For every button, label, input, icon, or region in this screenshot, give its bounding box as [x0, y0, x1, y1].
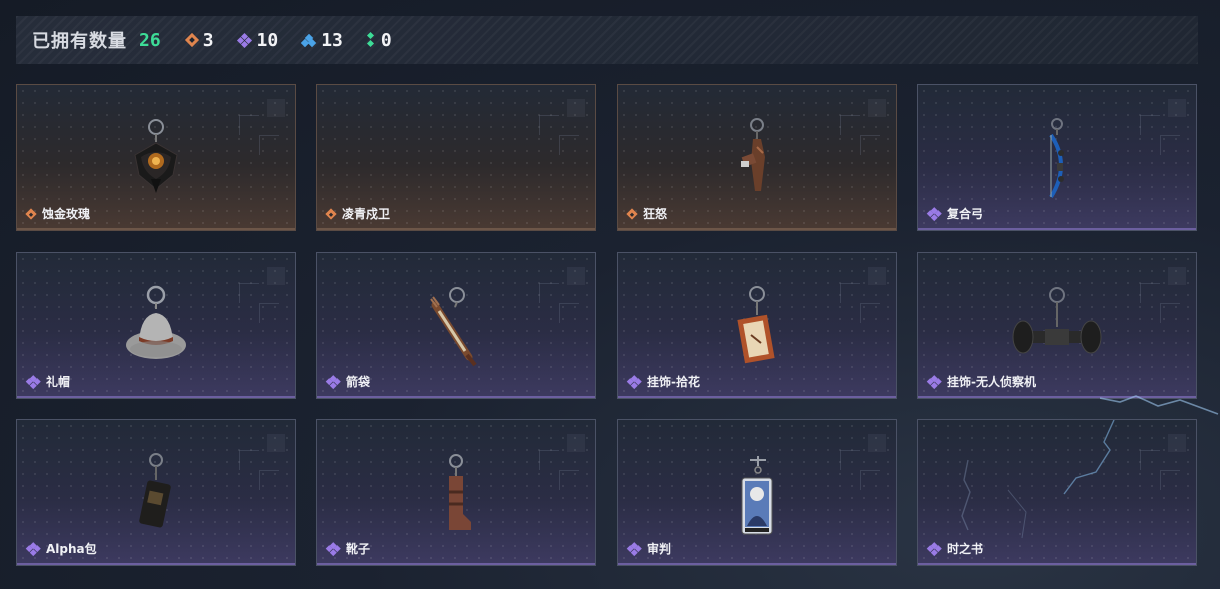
charm-card[interactable]: 挂饰-拾花: [617, 252, 897, 399]
collection-header: 已拥有数量 26 3 10 13 0: [16, 16, 1198, 64]
black-rose-charm-icon: [121, 117, 191, 201]
charm-name: 挂饰-拾花: [627, 373, 700, 390]
purple-rarity-icon: [26, 374, 41, 389]
card-corner-decoration: [840, 267, 886, 329]
green-rarity-stat: 0: [366, 29, 392, 51]
charm-card[interactable]: 箭袋: [316, 252, 596, 399]
purple-rarity-stat: 10: [236, 29, 279, 51]
charm-card[interactable]: 挂饰-无人侦察机: [917, 252, 1197, 399]
charm-name: 蚀金玫瑰: [25, 205, 90, 222]
charm-name: 狂怒: [626, 205, 667, 222]
purple-rarity-icon: [326, 541, 341, 556]
card-corner-decoration: [239, 434, 285, 496]
judge-card-charm-icon: [732, 454, 782, 544]
rusty-gun-charm-icon: [727, 117, 787, 203]
orange-rarity-icon: [25, 207, 37, 220]
card-corner-decoration: [539, 99, 585, 161]
purple-rarity-icon: [627, 374, 642, 389]
charm-name: 复合弓: [927, 205, 983, 222]
charm-card[interactable]: 狂怒: [617, 84, 897, 231]
blue-triple-diamond-icon: [300, 33, 317, 47]
purple-rarity-icon: [927, 206, 942, 221]
purple-rarity-count: 10: [256, 29, 279, 51]
blue-rarity-count: 13: [321, 29, 343, 51]
purple-quad-diamond-icon: [236, 32, 252, 48]
card-corner-decoration: [840, 434, 886, 496]
card-corner-decoration: [1140, 267, 1186, 329]
charm-name: 靴子: [326, 540, 370, 557]
green-rarity-count: 0: [380, 29, 392, 51]
charm-name: 挂饰-无人侦察机: [927, 373, 1036, 390]
orange-rarity-icon: [626, 207, 638, 220]
orange-rarity-stat: 3: [184, 29, 214, 51]
purple-rarity-icon: [927, 374, 942, 389]
purple-rarity-icon: [326, 374, 341, 389]
charm-card[interactable]: 蚀金玫瑰: [16, 84, 296, 231]
charm-card[interactable]: 审判: [617, 419, 897, 566]
card-corner-decoration: [239, 267, 285, 329]
charm-name: 审判: [627, 540, 671, 557]
card-corner-decoration: [1140, 434, 1186, 496]
orange-diamond-icon: [184, 32, 199, 48]
orange-rarity-count: 3: [202, 29, 214, 51]
charm-name: 礼帽: [26, 373, 70, 390]
charm-card[interactable]: 凌青戍卫: [316, 84, 596, 231]
card-corner-decoration: [1140, 99, 1186, 161]
drone-wheels-charm-icon: [1009, 285, 1105, 373]
card-corner-decoration: [539, 267, 585, 329]
green-double-diamond-icon: [366, 31, 375, 48]
blue-rarity-stat: 13: [300, 29, 343, 51]
charm-name: Alpha包: [26, 540, 97, 557]
card-corner-decoration: [539, 434, 585, 496]
purple-rarity-icon: [627, 541, 642, 556]
grey-fedora-charm-icon: [121, 285, 191, 373]
charm-card[interactable]: Alpha包: [16, 419, 296, 566]
purple-rarity-icon: [927, 541, 942, 556]
blue-compound-bow-charm-icon: [1037, 117, 1077, 205]
boot-charm-icon: [431, 452, 481, 540]
charm-card[interactable]: 复合弓: [917, 84, 1197, 231]
owned-count-value: 26: [139, 29, 161, 51]
charm-card[interactable]: 礼帽: [16, 252, 296, 399]
card-corner-decoration: [840, 99, 886, 161]
charm-name: 凌青戍卫: [325, 205, 390, 222]
charm-name: 箭袋: [326, 373, 370, 390]
charm-name: 时之书: [927, 540, 983, 557]
framed-picture-charm-icon: [727, 285, 787, 373]
purple-rarity-icon: [26, 541, 41, 556]
orange-rarity-icon: [325, 207, 337, 220]
card-corner-decoration: [239, 99, 285, 161]
quiver-charm-icon: [421, 285, 491, 373]
owned-count-label: 已拥有数量: [32, 31, 127, 52]
charm-card[interactable]: 时之书: [917, 419, 1197, 566]
charm-card[interactable]: 靴子: [316, 419, 596, 566]
alpha-pouch-charm-icon: [131, 452, 181, 540]
